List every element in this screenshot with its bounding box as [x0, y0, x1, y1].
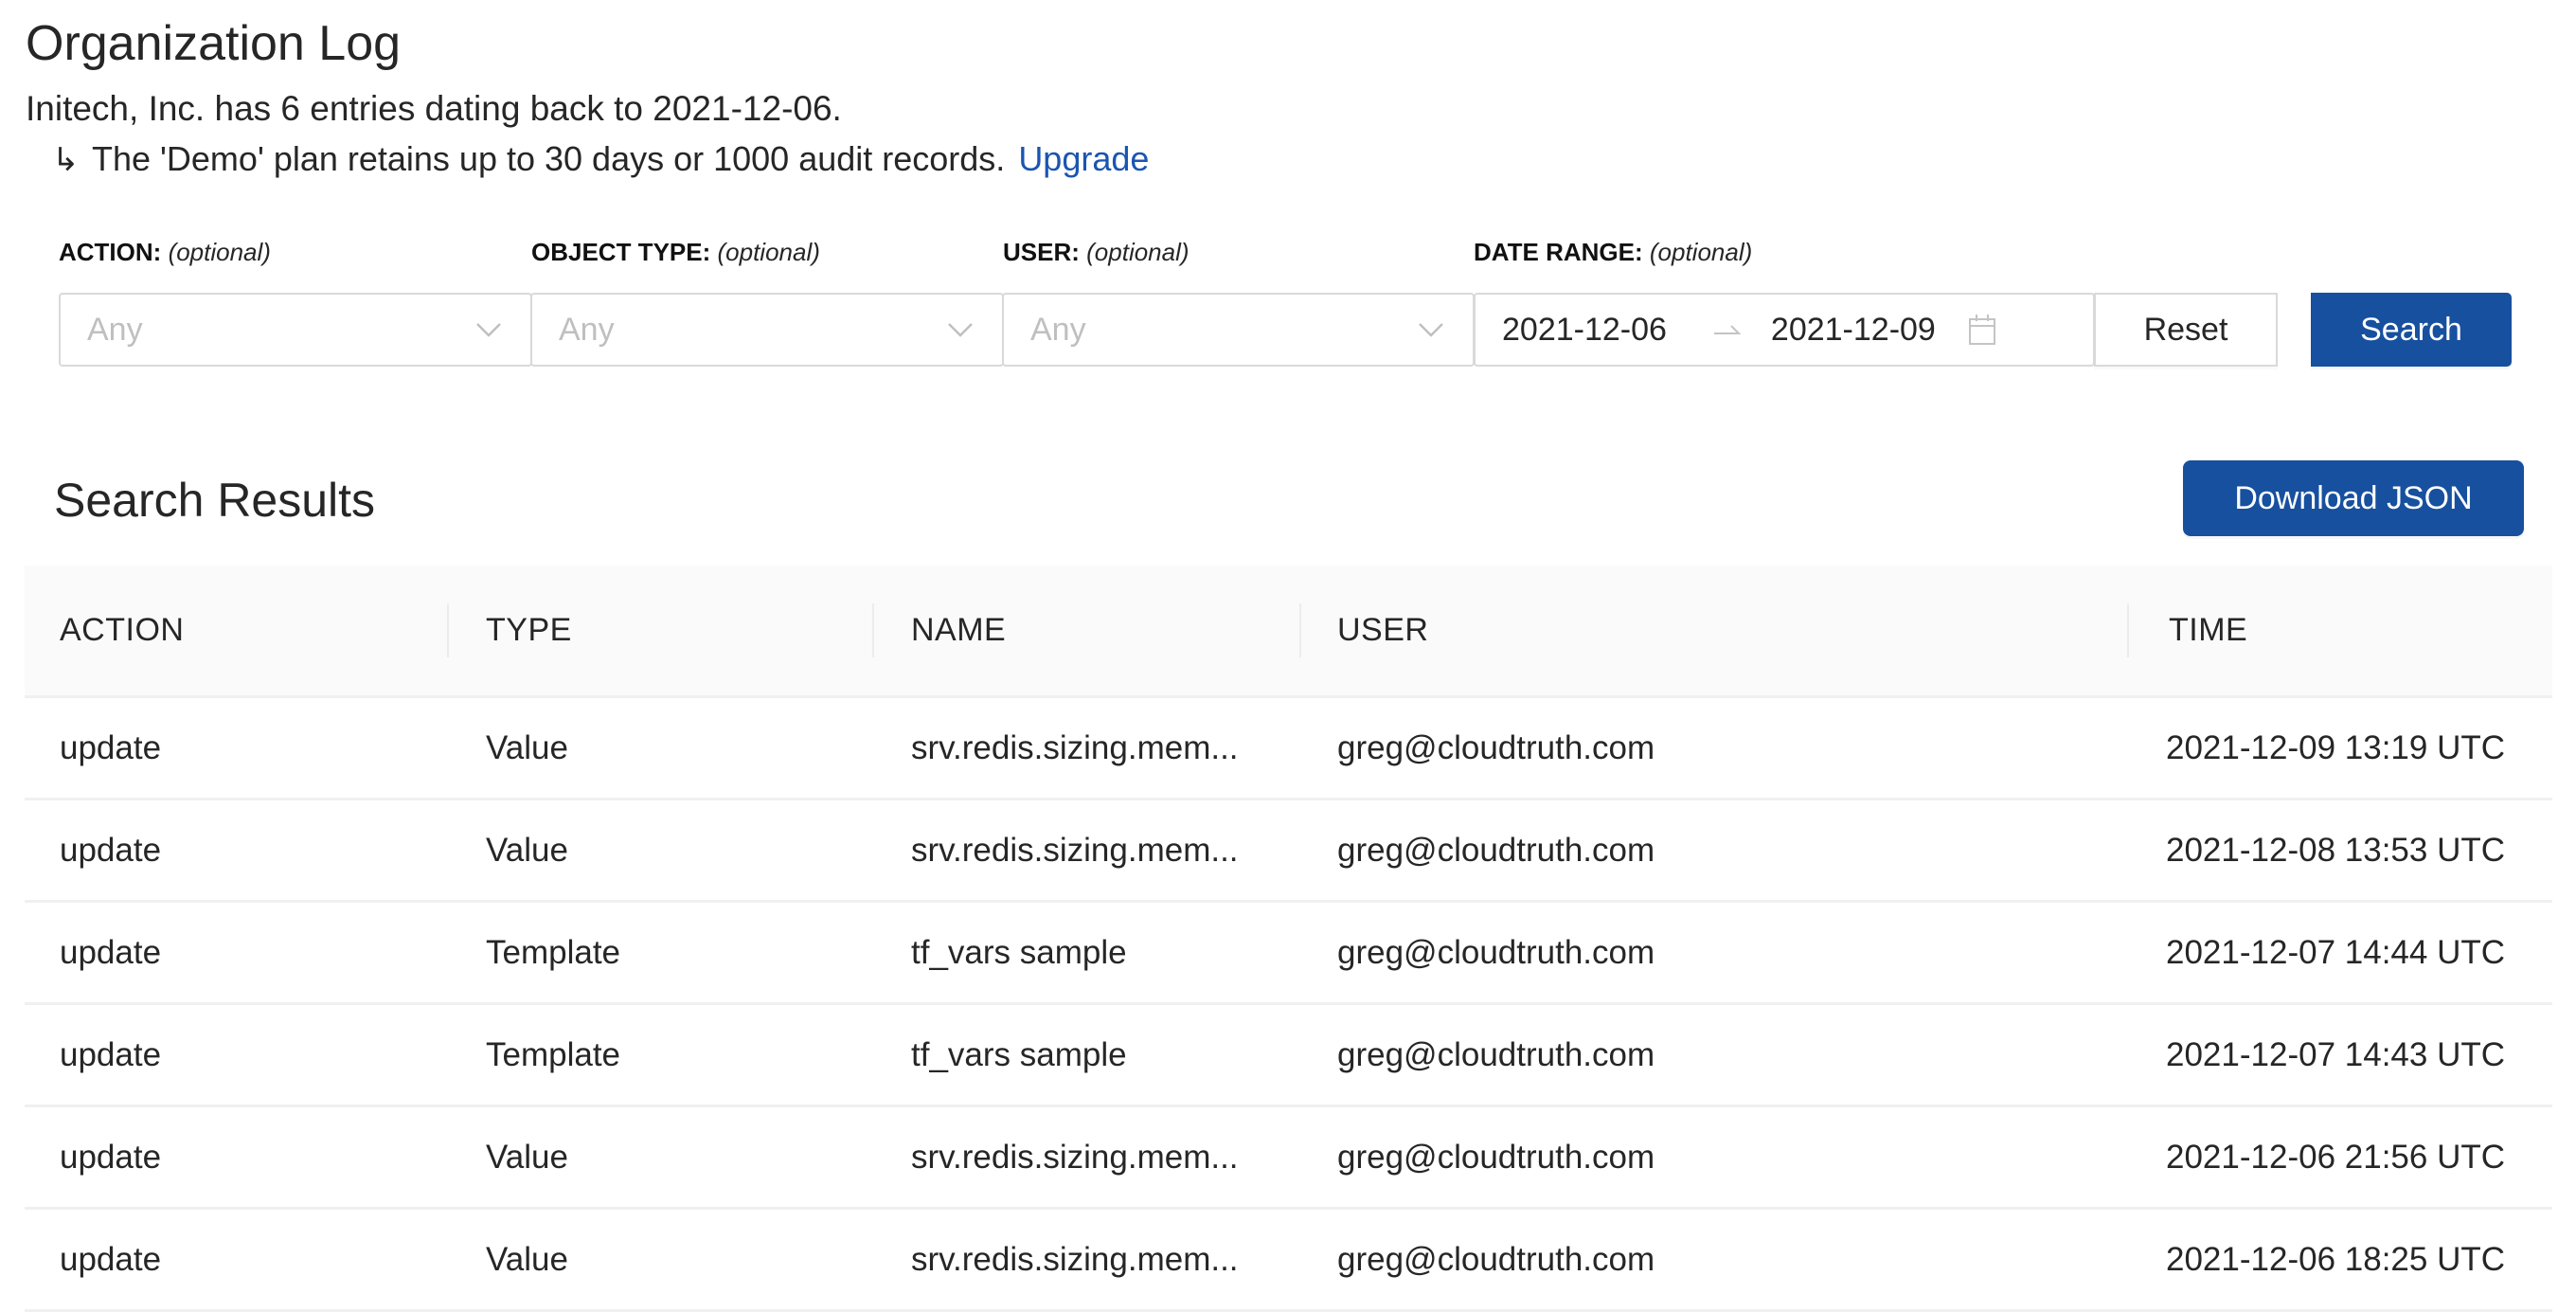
object-type-select[interactable]: Any — [530, 293, 1004, 367]
chevron-down-icon — [948, 323, 973, 337]
column-divider — [872, 603, 874, 657]
cell-type: Value — [486, 1138, 568, 1176]
table-header: ACTION TYPE NAME USER TIME — [25, 566, 2552, 698]
results-table: ACTION TYPE NAME USER TIME update Value … — [25, 566, 2552, 1312]
cell-user: greg@cloudtruth.com — [1337, 1138, 1655, 1176]
cell-time: 2021-12-06 18:25 UTC — [2166, 1240, 2505, 1278]
table-body: update Value srv.redis.sizing.mem... gre… — [25, 698, 2552, 1312]
cell-type: Value — [486, 728, 568, 766]
cell-type: Value — [486, 1240, 568, 1278]
cell-name: srv.redis.sizing.mem... — [911, 1138, 1239, 1176]
download-json-button[interactable]: Download JSON — [2183, 460, 2524, 536]
cell-user: greg@cloudtruth.com — [1337, 1240, 1655, 1278]
object-type-filter-label: OBJECT TYPE: (optional) — [531, 237, 820, 267]
cell-time: 2021-12-07 14:44 UTC — [2166, 933, 2505, 971]
upgrade-link[interactable]: Upgrade — [1018, 139, 1149, 178]
object-type-label-text: OBJECT TYPE: — [531, 238, 711, 266]
user-label-text: USER: — [1003, 238, 1080, 266]
cell-action: update — [60, 1138, 162, 1176]
retention-notice: ↳ The 'Demo' plan retains up to 30 days o… — [52, 138, 1149, 181]
cell-user: greg@cloudtruth.com — [1337, 831, 1655, 869]
cell-user: greg@cloudtruth.com — [1337, 1035, 1655, 1073]
column-divider — [1299, 603, 1301, 657]
return-arrow-icon: ↳ — [52, 142, 80, 178]
chevron-down-icon — [1419, 323, 1443, 337]
retention-text: The 'Demo' plan retains up to 30 days or… — [92, 139, 1006, 178]
user-filter-label: USER: (optional) — [1003, 237, 1190, 267]
entries-summary: Initech, Inc. has 6 entries dating back … — [26, 89, 842, 128]
user-optional-hint: (optional) — [1086, 238, 1190, 266]
table-row[interactable]: update Template tf_vars sample greg@clou… — [25, 903, 2552, 1005]
action-optional-hint: (optional) — [168, 238, 271, 266]
object-type-optional-hint: (optional) — [717, 238, 820, 266]
date-range-picker[interactable]: 2021-12-06 2021-12-09 — [1474, 293, 2095, 367]
object-type-select-placeholder: Any — [559, 311, 615, 348]
user-select[interactable]: Any — [1002, 293, 1475, 367]
date-range-filter-label: DATE RANGE: (optional) — [1474, 237, 1752, 267]
cell-action: update — [60, 933, 162, 971]
column-divider — [2127, 603, 2129, 657]
range-arrow-icon — [1713, 325, 1742, 334]
start-date-input[interactable]: 2021-12-06 — [1502, 312, 1667, 349]
table-row[interactable]: update Value srv.redis.sizing.mem... gre… — [25, 1107, 2552, 1210]
cell-type: Template — [486, 1035, 621, 1073]
action-select[interactable]: Any — [59, 293, 532, 367]
date-range-label-text: DATE RANGE: — [1474, 238, 1643, 266]
end-date-input[interactable]: 2021-12-09 — [1771, 312, 1936, 349]
cell-type: Value — [486, 831, 568, 869]
calendar-icon[interactable] — [1968, 314, 1996, 346]
table-row[interactable]: update Value srv.redis.sizing.mem... gre… — [25, 800, 2552, 903]
table-row[interactable]: update Template tf_vars sample greg@clou… — [25, 1005, 2552, 1107]
cell-name: tf_vars sample — [911, 1035, 1127, 1073]
cell-action: update — [60, 1035, 162, 1073]
cell-type: Template — [486, 933, 621, 971]
action-label-text: ACTION: — [59, 238, 162, 266]
cell-time: 2021-12-09 13:19 UTC — [2166, 728, 2505, 766]
cell-time: 2021-12-08 13:53 UTC — [2166, 831, 2505, 869]
reset-button[interactable]: Reset — [2094, 293, 2278, 367]
column-header-action[interactable]: ACTION — [60, 566, 184, 695]
cell-action: update — [60, 728, 162, 766]
date-range-optional-hint: (optional) — [1649, 238, 1753, 266]
user-select-placeholder: Any — [1030, 311, 1086, 348]
column-header-name[interactable]: NAME — [911, 566, 1006, 695]
column-header-type[interactable]: TYPE — [486, 566, 572, 695]
cell-action: update — [60, 831, 162, 869]
column-header-time[interactable]: TIME — [2169, 566, 2247, 695]
cell-name: tf_vars sample — [911, 933, 1127, 971]
cell-name: srv.redis.sizing.mem... — [911, 728, 1239, 766]
cell-action: update — [60, 1240, 162, 1278]
page-title: Organization Log — [26, 16, 402, 71]
search-button[interactable]: Search — [2311, 293, 2512, 367]
cell-name: srv.redis.sizing.mem... — [911, 831, 1239, 869]
action-select-placeholder: Any — [87, 311, 143, 348]
cell-user: greg@cloudtruth.com — [1337, 933, 1655, 971]
cell-user: greg@cloudtruth.com — [1337, 728, 1655, 766]
column-divider — [447, 603, 449, 657]
cell-time: 2021-12-07 14:43 UTC — [2166, 1035, 2505, 1073]
table-row[interactable]: update Value srv.redis.sizing.mem... gre… — [25, 1210, 2552, 1312]
cell-name: srv.redis.sizing.mem... — [911, 1240, 1239, 1278]
table-row[interactable]: update Value srv.redis.sizing.mem... gre… — [25, 698, 2552, 800]
action-filter-label: ACTION: (optional) — [59, 237, 271, 267]
cell-time: 2021-12-06 21:56 UTC — [2166, 1138, 2505, 1176]
chevron-down-icon — [476, 323, 501, 337]
search-results-title: Search Results — [54, 474, 376, 527]
column-header-user[interactable]: USER — [1337, 566, 1428, 695]
